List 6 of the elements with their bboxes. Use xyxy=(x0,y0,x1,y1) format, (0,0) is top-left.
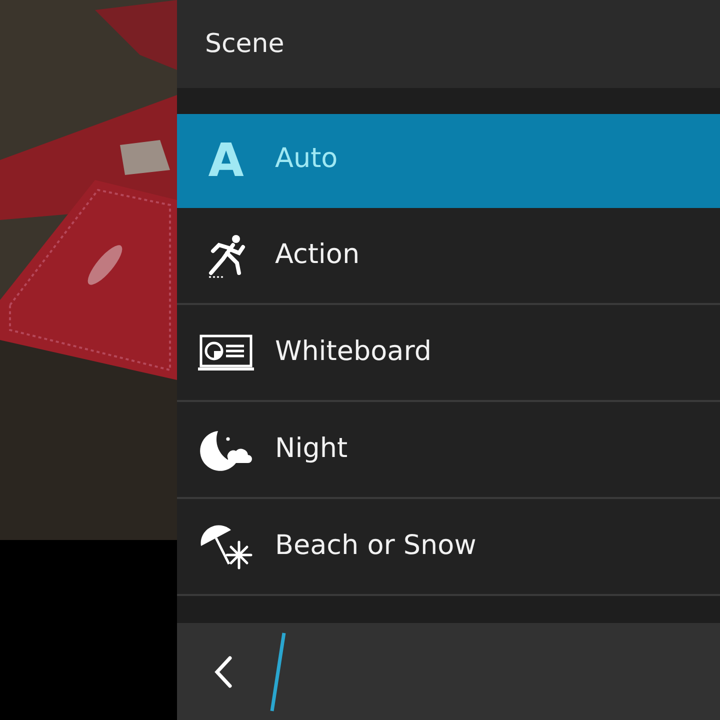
scene-item[interactable]: Night xyxy=(177,402,720,499)
scene-item[interactable]: Action xyxy=(177,208,720,305)
letter-icon: A xyxy=(208,136,244,182)
panel-title: Scene xyxy=(205,28,284,60)
scene-item[interactable]: Beach or Snow xyxy=(177,499,720,596)
scene-item[interactable]: Whiteboard xyxy=(177,305,720,402)
